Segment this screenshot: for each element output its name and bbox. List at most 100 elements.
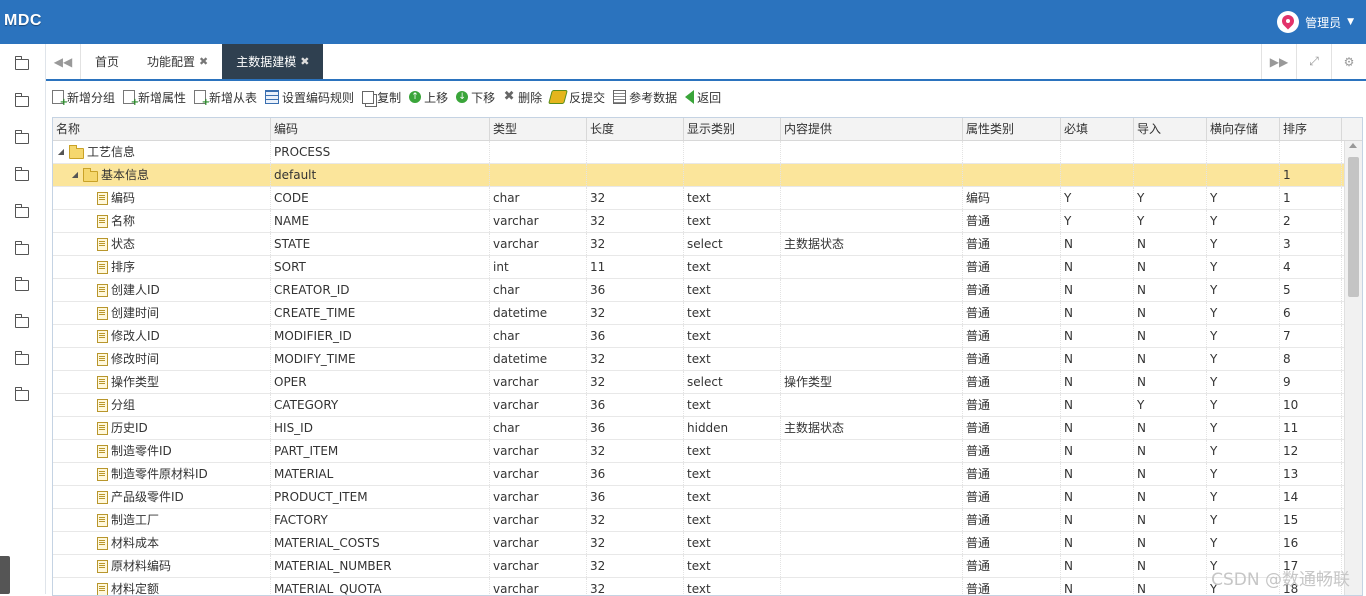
- column-header[interactable]: 编码: [271, 118, 490, 140]
- vertical-scrollbar[interactable]: [1344, 141, 1362, 595]
- cell-type: varchar: [490, 532, 587, 554]
- tree-node: 产品级零件ID: [56, 486, 270, 508]
- back-button[interactable]: 返回: [685, 89, 721, 106]
- cell-len: 32: [587, 348, 684, 370]
- expand-icon[interactable]: ⤢: [1296, 44, 1331, 79]
- add-group-button[interactable]: 新增分组: [52, 89, 115, 108]
- add-doc-icon: [123, 90, 139, 108]
- cell-code: CREATE_TIME: [271, 302, 490, 324]
- sidebar-grip-handle[interactable]: [0, 556, 10, 594]
- double-left-icon[interactable]: ◀◀: [46, 44, 81, 79]
- column-header[interactable]: 类型: [490, 118, 587, 140]
- add-sub-table-button[interactable]: 新增从表: [194, 89, 257, 108]
- table-row[interactable]: 修改人ID MODIFIER_ID char 36 text 普通 N N Y 7: [53, 325, 1344, 348]
- tab-item[interactable]: 功能配置 ✖: [133, 44, 222, 79]
- cell-cat: 普通: [963, 463, 1061, 485]
- sidebar-folder-icon[interactable]: [15, 387, 29, 401]
- cell-len: 32: [587, 371, 684, 393]
- sidebar-folder-icon[interactable]: [15, 130, 29, 144]
- sidebar-folder-icon[interactable]: [15, 56, 29, 70]
- column-header[interactable]: 排序: [1280, 118, 1342, 140]
- table-row[interactable]: 创建时间 CREATE_TIME datetime 32 text 普通 N N Y 6: [53, 302, 1344, 325]
- column-header[interactable]: 导入: [1134, 118, 1207, 140]
- add-attribute-button[interactable]: 新增属性: [123, 89, 186, 108]
- column-header[interactable]: 内容提供: [781, 118, 963, 140]
- unsubmit-button[interactable]: 反提交: [548, 89, 605, 106]
- cell-req: N: [1061, 486, 1134, 508]
- cell-imp: N: [1134, 417, 1207, 439]
- table-row[interactable]: ◢ 工艺信息 PROCESS: [53, 141, 1344, 164]
- sidebar-folder-icon[interactable]: [15, 351, 29, 365]
- table-row[interactable]: 编码 CODE char 32 text 编码 Y Y Y 1: [53, 187, 1344, 210]
- user-name: 管理员: [1305, 15, 1342, 30]
- column-header[interactable]: 长度: [587, 118, 684, 140]
- close-tab-icon[interactable]: ✖: [300, 55, 309, 68]
- sidebar-folder-icon[interactable]: [15, 204, 29, 218]
- cell-prov: [781, 325, 963, 347]
- copy-button[interactable]: 复制: [362, 89, 401, 106]
- tab-item[interactable]: 主数据建模 ✖: [222, 44, 324, 79]
- gear-icon[interactable]: ⚙: [1331, 44, 1366, 79]
- table-row[interactable]: 材料成本 MATERIAL_COSTS varchar 32 text 普通 N N Y 16: [53, 532, 1344, 555]
- row-name: 产品级零件ID: [111, 490, 184, 504]
- cell-len: 32: [587, 187, 684, 209]
- reference-data-button[interactable]: 参考数据: [613, 89, 677, 106]
- close-tab-icon[interactable]: ✖: [199, 55, 208, 68]
- column-header[interactable]: 必填: [1061, 118, 1134, 140]
- table-row[interactable]: 材料定额 MATERIAL_QUOTA varchar 32 text 普通 N N Y 18: [53, 578, 1344, 595]
- expand-arrow-icon[interactable]: ◢: [70, 164, 80, 186]
- cell-prov: [781, 348, 963, 370]
- cell-horiz: Y: [1207, 371, 1280, 393]
- folder-icon: [83, 167, 98, 182]
- cell-disp: [684, 141, 781, 163]
- cell-req: [1061, 141, 1134, 163]
- cell-imp: N: [1134, 233, 1207, 255]
- cell-cat: 普通: [963, 417, 1061, 439]
- sidebar-folder-icon[interactable]: [15, 314, 29, 328]
- sidebar-folder-icon[interactable]: [15, 277, 29, 291]
- cell-cat: 编码: [963, 187, 1061, 209]
- sidebar-folder-icon[interactable]: [15, 167, 29, 181]
- scroll-up-icon[interactable]: [1349, 143, 1357, 148]
- table-row[interactable]: 分组 CATEGORY varchar 36 text 普通 N Y Y 10: [53, 394, 1344, 417]
- sidebar-folder-icon[interactable]: [15, 93, 29, 107]
- user-menu[interactable]: 管理员 ▼: [1277, 10, 1354, 34]
- tree-name-cell: 状态: [53, 233, 271, 255]
- move-up-button[interactable]: ↑ 上移: [409, 89, 448, 106]
- move-down-button[interactable]: ↓ 下移: [456, 89, 495, 106]
- tree-node: 操作类型: [56, 371, 270, 393]
- cell-type: varchar: [490, 233, 587, 255]
- table-row[interactable]: 制造工厂 FACTORY varchar 32 text 普通 N N Y 15: [53, 509, 1344, 532]
- tree-name-cell: 创建时间: [53, 302, 271, 324]
- table-row[interactable]: 状态 STATE varchar 32 select 主数据状态 普通 N N Y 3: [53, 233, 1344, 256]
- scrollbar-thumb[interactable]: [1348, 157, 1359, 297]
- table-row[interactable]: 历史ID HIS_ID char 36 hidden 主数据状态 普通 N N Y 11: [53, 417, 1344, 440]
- sidebar-folder-icon[interactable]: [15, 241, 29, 255]
- cell-cat: 普通: [963, 302, 1061, 324]
- cell-len: [587, 164, 684, 186]
- tab-item[interactable]: 首页: [81, 44, 133, 79]
- column-header[interactable]: 名称: [53, 118, 271, 140]
- cell-req: Y: [1061, 187, 1134, 209]
- cell-req: N: [1061, 578, 1134, 595]
- table-row[interactable]: 制造零件原材料ID MATERIAL varchar 36 text 普通 N N Y 13: [53, 463, 1344, 486]
- table-row[interactable]: 原材料编码 MATERIAL_NUMBER varchar 32 text 普通 N N Y 17: [53, 555, 1344, 578]
- column-header[interactable]: 属性类别: [963, 118, 1061, 140]
- set-code-rule-button[interactable]: 设置编码规则: [265, 89, 354, 106]
- table-row[interactable]: 名称 NAME varchar 32 text 普通 Y Y Y 2: [53, 210, 1344, 233]
- double-right-icon[interactable]: ▶▶: [1261, 44, 1296, 79]
- cell-req: [1061, 164, 1134, 186]
- table-row[interactable]: ◢ 基本信息 default 1: [53, 164, 1344, 187]
- delete-button[interactable]: ✖ 删除: [503, 89, 542, 106]
- table-row[interactable]: 操作类型 OPER varchar 32 select 操作类型 普通 N N Y 9: [53, 371, 1344, 394]
- column-header[interactable]: 横向存储: [1207, 118, 1280, 140]
- table-row[interactable]: 创建人ID CREATOR_ID char 36 text 普通 N N Y 5: [53, 279, 1344, 302]
- column-header[interactable]: 显示类别: [684, 118, 781, 140]
- table-row[interactable]: 产品级零件ID PRODUCT_ITEM varchar 36 text 普通 N N Y 14: [53, 486, 1344, 509]
- tree-node: 制造零件ID: [56, 440, 270, 462]
- table-row[interactable]: 修改时间 MODIFY_TIME datetime 32 text 普通 N N Y 8: [53, 348, 1344, 371]
- table-row[interactable]: 排序 SORT int 11 text 普通 N N Y 4: [53, 256, 1344, 279]
- expand-arrow-icon[interactable]: ◢: [56, 141, 66, 163]
- cell-sort: 9: [1280, 371, 1342, 393]
- table-row[interactable]: 制造零件ID PART_ITEM varchar 32 text 普通 N N Y 12: [53, 440, 1344, 463]
